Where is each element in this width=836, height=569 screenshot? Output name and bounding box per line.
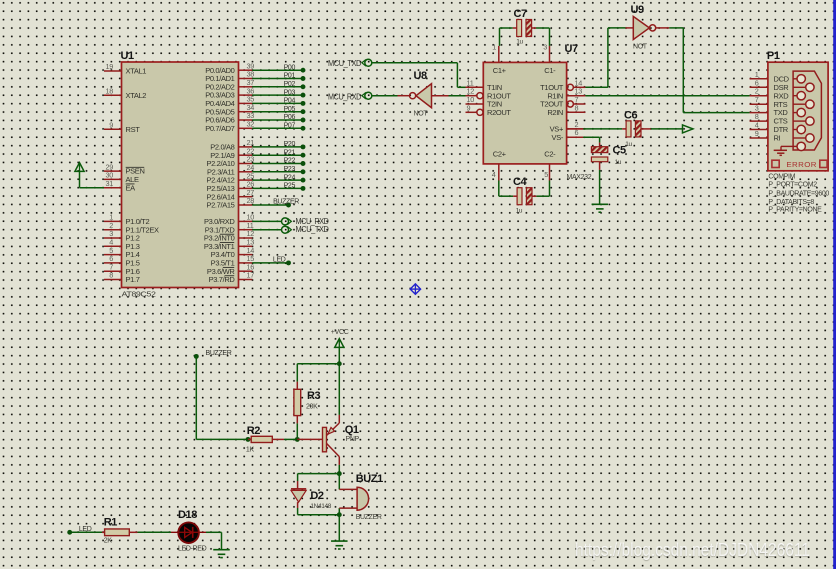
svg-text:P06: P06 — [284, 114, 296, 121]
svg-text:1u: 1u — [615, 159, 622, 166]
svg-text:1u: 1u — [516, 208, 523, 215]
svg-text:NOT: NOT — [633, 44, 648, 51]
svg-text:EA: EA — [126, 183, 136, 192]
svg-text:ERROR: ERROR — [786, 162, 817, 169]
svg-text:P3.7/RD: P3.7/RD — [209, 275, 236, 284]
svg-text:VS-: VS- — [552, 133, 564, 142]
svg-text:P20: P20 — [284, 141, 296, 148]
svg-text:9: 9 — [467, 103, 471, 112]
svg-text:P04: P04 — [284, 98, 296, 105]
svg-text:XTAL2: XTAL2 — [126, 91, 147, 100]
svg-text:U9: U9 — [631, 4, 645, 16]
svg-text:P2.7/A15: P2.7/A15 — [206, 201, 234, 210]
svg-text:D2: D2 — [310, 490, 324, 502]
svg-text:4: 4 — [492, 170, 496, 179]
svg-text:MCU_TXD: MCU_TXD — [296, 224, 329, 234]
svg-text:20K: 20K — [306, 403, 318, 410]
svg-text:P0.7/AD7: P0.7/AD7 — [205, 124, 234, 133]
svg-text:9: 9 — [109, 121, 113, 130]
svg-text:AT89C52: AT89C52 — [122, 291, 157, 298]
svg-text:P21: P21 — [284, 149, 296, 156]
svg-text:8: 8 — [109, 271, 113, 280]
svg-text:18: 18 — [105, 86, 113, 95]
svg-text:RI: RI — [774, 134, 781, 143]
svg-text:LED-RED: LED-RED — [178, 546, 207, 553]
svg-text:P_PORT=COM2: P_PORT=COM2 — [768, 182, 817, 189]
svg-text:P_BAUDRATE=9600: P_BAUDRATE=9600 — [768, 190, 829, 197]
svg-text:1u: 1u — [516, 38, 523, 45]
svg-text:P23: P23 — [284, 166, 296, 173]
svg-text:R3: R3 — [307, 390, 321, 402]
svg-text:5: 5 — [544, 170, 548, 179]
svg-text:C1-: C1- — [544, 66, 556, 75]
svg-text:BUZZER: BUZZER — [356, 514, 382, 521]
svg-text:NOT: NOT — [414, 111, 429, 118]
svg-text:BUZZER: BUZZER — [273, 198, 299, 205]
svg-text:28: 28 — [247, 196, 255, 205]
svg-text:BUZ1: BUZ1 — [356, 473, 383, 485]
svg-text:U8: U8 — [414, 70, 428, 82]
svg-text:+VCC: +VCC — [331, 329, 349, 336]
svg-text:1u: 1u — [625, 141, 632, 148]
svg-text:U7: U7 — [565, 43, 579, 55]
svg-text:2K: 2K — [104, 538, 113, 545]
svg-text:9: 9 — [755, 129, 759, 138]
svg-text:19: 19 — [105, 62, 113, 71]
svg-text:Q1: Q1 — [345, 424, 359, 436]
svg-text:17: 17 — [247, 271, 255, 280]
svg-text:R2: R2 — [247, 425, 261, 437]
svg-text:P03: P03 — [284, 89, 296, 96]
svg-text:P01: P01 — [284, 73, 296, 80]
svg-text:C7: C7 — [514, 8, 528, 20]
svg-text:1K: 1K — [246, 447, 255, 454]
svg-text:P_DATABITS=8: P_DATABITS=8 — [768, 199, 814, 206]
svg-text:MCU_TXD: MCU_TXD — [328, 58, 361, 68]
svg-text:P02: P02 — [284, 81, 296, 88]
svg-text:BUZZER: BUZZER — [206, 350, 232, 357]
svg-text:31: 31 — [105, 179, 113, 188]
svg-text:RST: RST — [126, 125, 141, 134]
svg-text:P07: P07 — [284, 123, 296, 130]
svg-text:C5: C5 — [613, 145, 627, 157]
svg-text:D18: D18 — [178, 509, 197, 521]
svg-text:COMPIM: COMPIM — [768, 174, 795, 181]
svg-text:R2OUT: R2OUT — [487, 108, 511, 117]
svg-text:1: 1 — [492, 42, 496, 51]
svg-text:P1: P1 — [767, 50, 780, 62]
svg-text:XTAL1: XTAL1 — [126, 67, 147, 76]
svg-text:C4: C4 — [513, 176, 528, 188]
svg-text:32: 32 — [247, 120, 255, 129]
svg-text:R2IN: R2IN — [547, 108, 563, 117]
svg-text:P_PARITY=NONE: P_PARITY=NONE — [768, 207, 822, 214]
svg-text:MAX232: MAX232 — [567, 174, 592, 181]
svg-text:P22: P22 — [284, 158, 296, 165]
svg-text:8: 8 — [575, 103, 579, 112]
svg-text:C1+: C1+ — [493, 66, 507, 75]
svg-text:C2+: C2+ — [493, 149, 507, 158]
svg-text:P24: P24 — [284, 174, 296, 181]
svg-text:P1.7: P1.7 — [126, 275, 140, 284]
svg-text:R1: R1 — [104, 517, 118, 529]
svg-text:1N4148: 1N4148 — [310, 503, 331, 510]
svg-text:3: 3 — [543, 42, 547, 51]
svg-text:U1: U1 — [121, 50, 135, 62]
svg-text:C2-: C2- — [544, 149, 556, 158]
svg-text:P05: P05 — [284, 106, 296, 113]
svg-text:PNP: PNP — [346, 436, 360, 443]
svg-text:P25: P25 — [284, 183, 296, 190]
svg-text:MCU_RXD: MCU_RXD — [328, 91, 361, 101]
svg-text:C6: C6 — [624, 109, 638, 121]
svg-text:LED: LED — [273, 256, 286, 263]
svg-text:P00: P00 — [284, 64, 296, 71]
